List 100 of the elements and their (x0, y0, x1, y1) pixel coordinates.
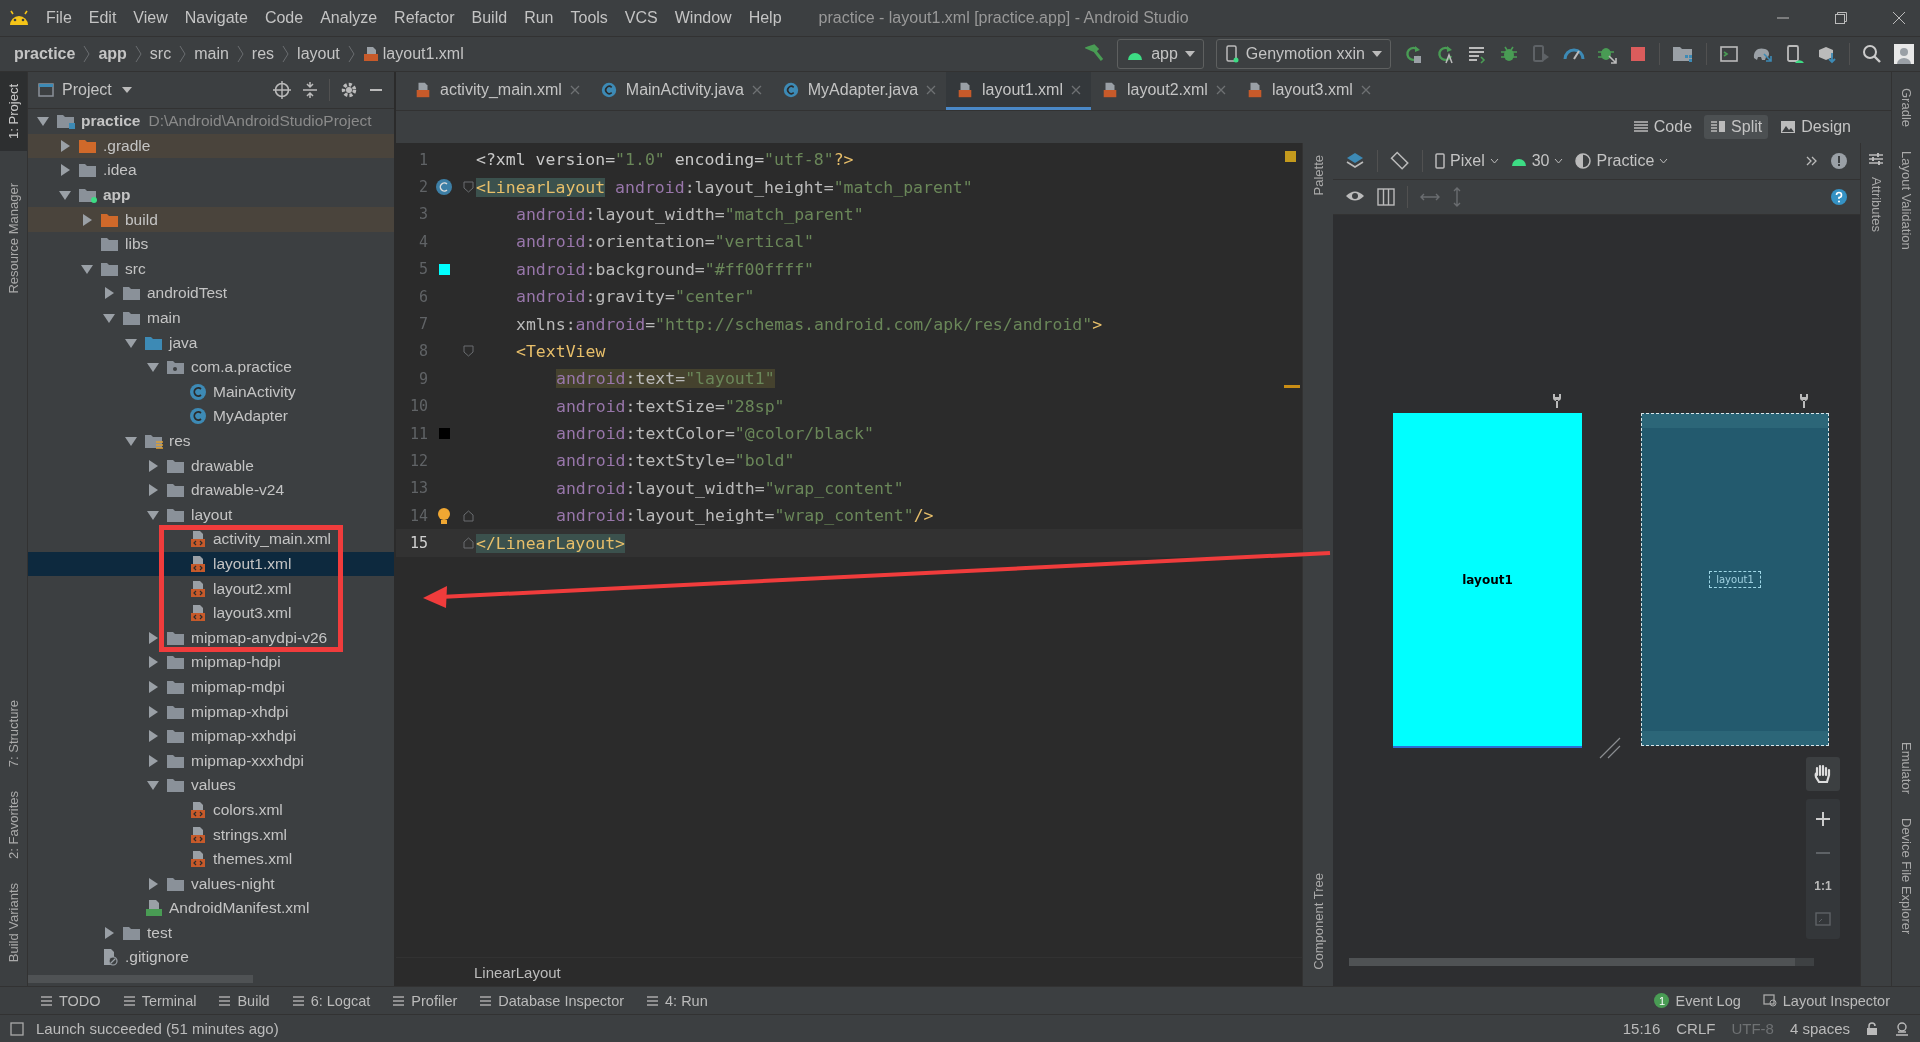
tree-item[interactable]: mipmap-xxxhdpi (28, 748, 394, 774)
menu-item[interactable]: Refactor (394, 9, 455, 27)
theme-dropdown[interactable]: Practice (1575, 152, 1669, 170)
expand-arrow-icon[interactable] (102, 286, 116, 301)
expand-arrow-icon[interactable] (102, 925, 116, 940)
view-mode-button[interactable]: Code (1626, 115, 1699, 139)
breadcrumb-item[interactable]: res (251, 45, 275, 63)
run-configuration-dropdown[interactable]: app (1117, 39, 1204, 69)
hammer-icon[interactable] (1085, 44, 1106, 64)
fold-marker-icon[interactable] (462, 181, 474, 194)
tree-item[interactable]: layout (28, 502, 394, 528)
horizontal-scrollbar[interactable] (28, 975, 253, 983)
tree-item[interactable]: MainActivity (28, 379, 394, 405)
help-icon[interactable] (1830, 188, 1848, 206)
tool-window-button[interactable]: Terminal (122, 992, 197, 1009)
tree-item[interactable]: test (28, 920, 394, 946)
wrench-icon[interactable] (1799, 393, 1809, 409)
dropdown-arrow-icon[interactable] (121, 87, 132, 93)
tree-item[interactable]: .gradle (28, 133, 394, 159)
panel-toggle-icon[interactable] (10, 1021, 24, 1036)
palette-tab[interactable]: Palette (1310, 151, 1326, 200)
expand-arrow-icon[interactable] (124, 434, 138, 448)
editor-tab[interactable]: MainActivity.java (589, 72, 772, 110)
vertical-arrows-icon[interactable] (1452, 187, 1462, 207)
tool-window-button[interactable]: 6: Logcat (291, 992, 371, 1009)
tree-item[interactable]: values-night (28, 871, 394, 896)
blueprint-preview[interactable]: layout1 (1641, 413, 1829, 746)
device-dropdown[interactable]: Pixel (1435, 152, 1499, 170)
tree-item[interactable]: practice D:\Android\AndroidStudioProject (28, 109, 394, 134)
design-preview[interactable]: layout1 (1393, 413, 1582, 748)
crosshair-icon[interactable] (273, 81, 291, 99)
tree-item[interactable]: mipmap-mdpi (28, 674, 394, 700)
device-manager-icon[interactable] (1785, 44, 1805, 64)
tree-item[interactable]: java (28, 330, 394, 355)
tree-item[interactable]: MyAdapter (28, 404, 394, 429)
tree-item[interactable]: .gitignore (28, 945, 394, 970)
tree-item[interactable]: colors.xml (28, 797, 394, 823)
menu-item[interactable]: Help (748, 9, 782, 27)
double-chevron-icon[interactable] (1806, 156, 1818, 166)
menu-item[interactable]: VCS (624, 9, 658, 27)
zoom-in-icon[interactable] (1815, 811, 1831, 827)
inspector-icon[interactable] (1894, 1021, 1910, 1036)
tree-item[interactable]: layout2.xml (28, 576, 394, 601)
breadcrumb-item[interactable]: layout (297, 45, 340, 63)
pan-hand-icon[interactable] (1806, 757, 1840, 791)
warning-icon[interactable] (1830, 152, 1848, 170)
apply-changes-icon[interactable] (1435, 44, 1455, 64)
warning-marker-icon[interactable] (1285, 151, 1296, 162)
tree-item[interactable]: drawable (28, 453, 394, 478)
collapse-all-icon[interactable] (301, 81, 319, 99)
menu-item[interactable]: Tools (570, 9, 608, 27)
breadcrumb-item[interactable]: app (98, 45, 127, 63)
folder-grid-icon[interactable] (1672, 44, 1694, 64)
editor-tab[interactable]: layout2.xml (1091, 72, 1236, 110)
tool-window-tab[interactable]: Layout Validation (1898, 139, 1914, 262)
search-icon[interactable] (1862, 44, 1882, 64)
horizontal-scrollbar[interactable] (1349, 958, 1814, 966)
editor-tab[interactable]: MyAdapter.java (771, 72, 947, 110)
panel-title[interactable]: Project (62, 81, 112, 99)
expand-arrow-icon[interactable] (146, 655, 160, 670)
tree-item[interactable]: themes.xml (28, 846, 394, 872)
tree-item[interactable]: .idea (28, 158, 394, 183)
view-mode-button[interactable]: Split (1704, 115, 1769, 139)
menu-item[interactable]: Build (471, 9, 508, 27)
status-item[interactable]: 4 spaces (1789, 1020, 1850, 1037)
tree-item[interactable]: layout1.xml (28, 551, 394, 577)
package-download-icon[interactable] (1817, 44, 1837, 64)
close-icon[interactable] (1071, 84, 1081, 95)
columns-icon[interactable] (1377, 188, 1395, 206)
tree-item[interactable]: mipmap-anydpi-v26 (28, 625, 394, 651)
expand-arrow-icon[interactable] (58, 163, 72, 178)
tool-window-button[interactable]: 4: Run (646, 992, 708, 1009)
sliders-icon[interactable] (1868, 151, 1884, 167)
user-avatar-icon[interactable] (1894, 44, 1914, 64)
tool-window-tab[interactable]: Device File Explorer (1898, 805, 1914, 946)
tool-window-tab[interactable]: 2: Favorites (6, 778, 21, 871)
component-tree-tab[interactable]: Component Tree (1310, 869, 1326, 974)
settings-icon[interactable] (340, 81, 358, 99)
tool-window-button[interactable]: Profiler (392, 992, 458, 1009)
device-dropdown[interactable]: Genymotion xxin (1215, 39, 1391, 69)
tree-item[interactable]: mipmap-xxhdpi (28, 723, 394, 749)
editor-tab[interactable]: layout1.xml (946, 72, 1091, 110)
expand-arrow-icon[interactable] (146, 729, 160, 744)
tool-window-button[interactable]: 1 Event Log (1654, 992, 1741, 1009)
tree-item[interactable]: res (28, 428, 394, 454)
structure-breadcrumb[interactable]: LinearLayout (474, 963, 561, 981)
expand-arrow-icon[interactable] (146, 704, 160, 719)
tree-item[interactable]: layout3.xml (28, 600, 394, 626)
tool-window-button[interactable]: Build (218, 992, 270, 1009)
rotate-icon[interactable] (1390, 151, 1410, 171)
tool-window-tab[interactable]: Gradle (1898, 76, 1914, 140)
menu-item[interactable]: File (46, 9, 72, 27)
expand-arrow-icon[interactable] (146, 458, 160, 473)
tool-window-tab[interactable]: 1: Project (0, 72, 27, 151)
menu-item[interactable]: Edit (88, 9, 117, 27)
horizontal-arrows-icon[interactable] (1420, 192, 1440, 202)
tree-item[interactable]: strings.xml (28, 822, 394, 847)
class-icon[interactable] (435, 178, 453, 197)
expand-arrow-icon[interactable] (146, 630, 160, 645)
view-mode-button[interactable]: Design (1774, 115, 1857, 139)
